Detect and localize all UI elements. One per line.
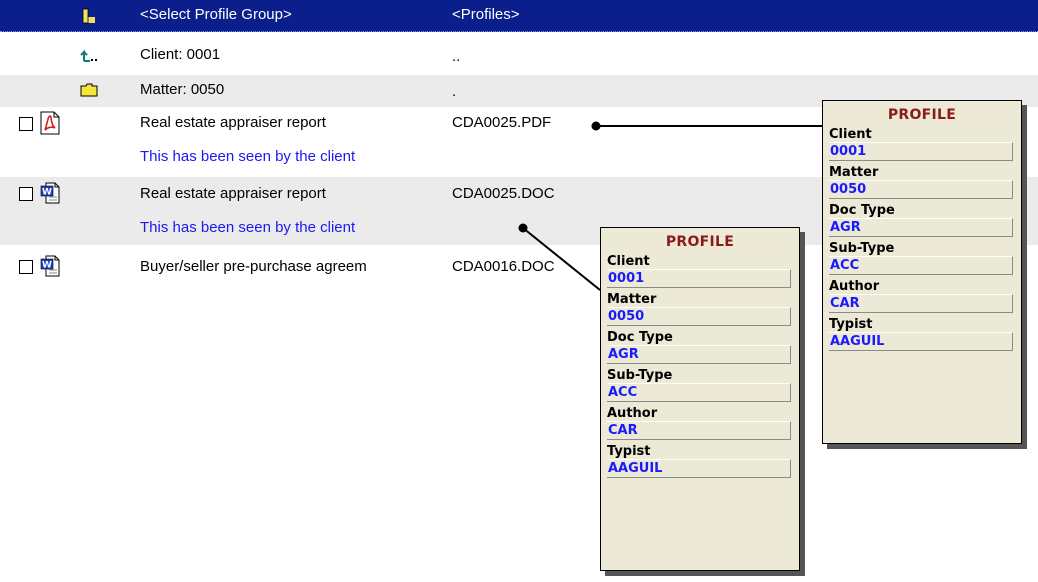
profile-title: PROFILE — [887, 107, 957, 123]
profile-field-value: 0050 — [829, 180, 1013, 199]
profile-field-value: AGR — [829, 218, 1013, 237]
profile-field-label: Matter — [607, 292, 657, 307]
profile-popup-doc: PROFILE Client 0001 Matter 0050 Doc Type AG… — [600, 227, 800, 571]
profile-field-label: Author — [607, 406, 658, 421]
profile-field-value: CAR — [607, 421, 791, 440]
profile-field-value: 0001 — [829, 142, 1013, 161]
profile-field-label: Doc Type — [607, 330, 673, 345]
profile-popup-pdf: PROFILE Client 0001 Matter 0050 Doc Type AG… — [822, 100, 1022, 444]
profile-field-value: ACC — [607, 383, 791, 402]
profile-field-value: CAR — [829, 294, 1013, 313]
profile-field-value: AGR — [607, 345, 791, 364]
profile-field-label: Client — [829, 127, 872, 142]
profile-field-label: Typist — [829, 317, 873, 332]
profile-field-value: ACC — [829, 256, 1013, 275]
profile-field-label: Matter — [829, 165, 879, 180]
profile-field-label: Author — [829, 279, 880, 294]
callout-line — [522, 227, 601, 291]
profile-field-label: Sub-Type — [607, 368, 673, 383]
profile-field-value: 0001 — [607, 269, 791, 288]
profile-field-value: AAGUIL — [607, 459, 791, 478]
profile-field-value: 0050 — [607, 307, 791, 326]
profile-title: PROFILE — [665, 234, 735, 250]
profile-field-label: Doc Type — [829, 203, 895, 218]
profile-field-label: Typist — [607, 444, 651, 459]
profile-field-label: Client — [607, 254, 650, 269]
profile-field-value: AAGUIL — [829, 332, 1013, 351]
profile-field-label: Sub-Type — [829, 241, 895, 256]
